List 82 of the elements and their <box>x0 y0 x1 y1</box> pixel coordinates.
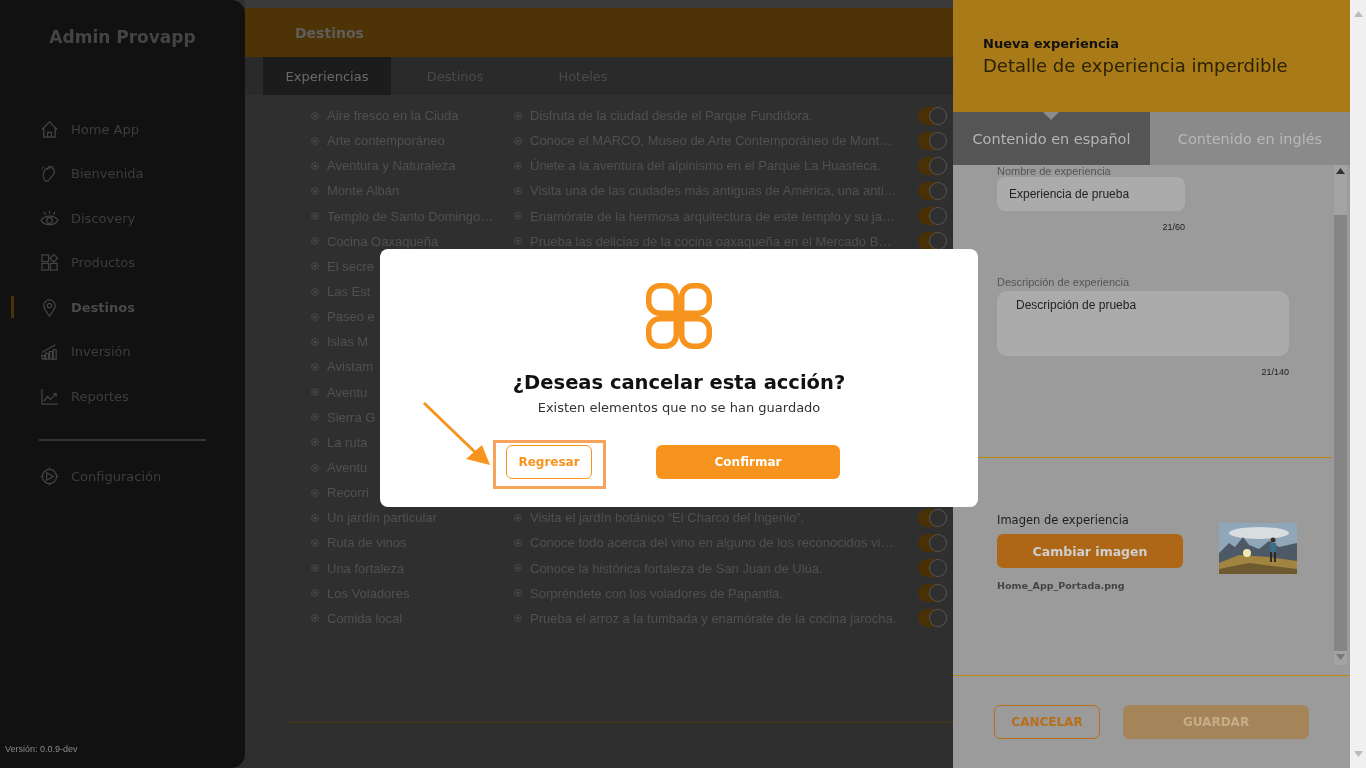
toggle-switch[interactable] <box>918 207 946 226</box>
bullet-icon <box>311 111 319 120</box>
change-image-button[interactable]: Cambiar imagen <box>997 534 1183 568</box>
eye-icon <box>40 208 59 228</box>
toggle-switch[interactable] <box>918 609 946 628</box>
bullet-icon <box>514 161 522 170</box>
toggle-switch[interactable] <box>918 131 946 150</box>
bullet-icon <box>311 538 319 547</box>
bullet-icon <box>311 564 319 573</box>
toggle-switch[interactable] <box>918 533 946 552</box>
scroll-up-icon <box>1336 168 1345 174</box>
sidebar-item[interactable]: Destinos <box>0 285 245 330</box>
bullet-icon <box>311 212 319 221</box>
char-counter: 21/60 <box>1161 222 1185 232</box>
field-label: Descripción de experiencia <box>997 276 1131 288</box>
home-icon <box>40 119 59 139</box>
sidebar-label: Destinos <box>71 299 135 315</box>
scroll-down-icon <box>1336 654 1345 660</box>
pin-icon <box>40 297 59 317</box>
bullet-icon <box>514 212 522 221</box>
scrollbar[interactable] <box>1334 165 1347 665</box>
bullet-icon <box>311 362 319 371</box>
bullet-icon <box>514 136 522 145</box>
toggle-switch[interactable] <box>918 584 946 603</box>
bullet-icon <box>311 237 319 246</box>
bullet-icon <box>514 111 522 120</box>
field-label: Nombre de experiencia <box>997 165 1112 177</box>
bullet-icon <box>514 237 522 246</box>
settings-icon <box>40 467 59 487</box>
logo-icon <box>646 283 712 349</box>
bullet-icon <box>311 589 319 598</box>
tab[interactable]: Experiencias <box>263 57 391 95</box>
toggle-switch[interactable] <box>918 106 946 125</box>
name-field[interactable]: Experiencia de prueba <box>997 177 1185 211</box>
toggle-switch[interactable] <box>918 182 946 200</box>
bullet-icon <box>311 187 319 195</box>
char-counter: 21/140 <box>1260 367 1289 377</box>
bullet-icon <box>311 488 319 497</box>
bullet-icon <box>311 161 319 170</box>
tab[interactable]: Contenido en español <box>953 112 1150 165</box>
bullet-icon <box>311 614 319 623</box>
drawer-title: Nueva experiencia <box>983 36 1120 51</box>
description-field[interactable]: Descripción de prueba <box>997 291 1289 356</box>
toggle-switch[interactable] <box>918 232 946 251</box>
bullet-icon <box>311 337 319 346</box>
bullet-icon <box>311 136 319 145</box>
drawer-subtitle: Detalle de experiencia imperdible <box>983 55 1289 76</box>
bullet-icon <box>514 538 522 547</box>
toggle-switch[interactable] <box>918 156 946 175</box>
back-button[interactable]: Regresar <box>506 445 592 479</box>
field-label: Imagen de experiencia <box>997 513 1130 527</box>
confirm-button[interactable]: Confirmar <box>656 445 840 479</box>
page-title: Destinos <box>295 24 364 41</box>
line-chart-icon <box>40 386 59 406</box>
bullet-icon <box>514 187 522 195</box>
toggle-switch[interactable] <box>918 559 946 578</box>
scroll-up-icon <box>1353 11 1363 17</box>
cancel-button[interactable]: CANCELAR <box>994 705 1100 739</box>
grid-icon <box>40 253 59 273</box>
bullet-icon <box>514 614 522 623</box>
version-text: Versión: 0.0.9-dev <box>5 744 78 754</box>
file-name: Home_App_Portada.png <box>997 580 1126 591</box>
bullet-icon <box>514 513 522 522</box>
bullet-icon <box>514 564 522 573</box>
bullet-icon <box>311 513 319 522</box>
toggle-switch[interactable] <box>918 508 946 527</box>
tab-notch <box>1043 112 1059 120</box>
bullet-icon <box>311 413 319 422</box>
bullet-icon <box>311 287 319 296</box>
scroll-down-icon <box>1353 751 1363 757</box>
bullet-icon <box>311 438 319 447</box>
active-indicator <box>11 296 14 318</box>
bullet-icon <box>311 262 319 271</box>
bar-chart-icon <box>40 342 59 362</box>
bullet-icon <box>311 388 319 397</box>
bullet-icon <box>311 312 319 321</box>
bullet-icon <box>514 589 522 598</box>
page-scrollbar[interactable] <box>1350 0 1366 768</box>
dialog-message: Existen elementos que no se han guardado <box>537 400 821 415</box>
pointer-arrow <box>422 401 492 467</box>
dialog-title: ¿Deseas cancelar esta acción? <box>512 371 846 394</box>
bullet-icon <box>311 463 319 472</box>
